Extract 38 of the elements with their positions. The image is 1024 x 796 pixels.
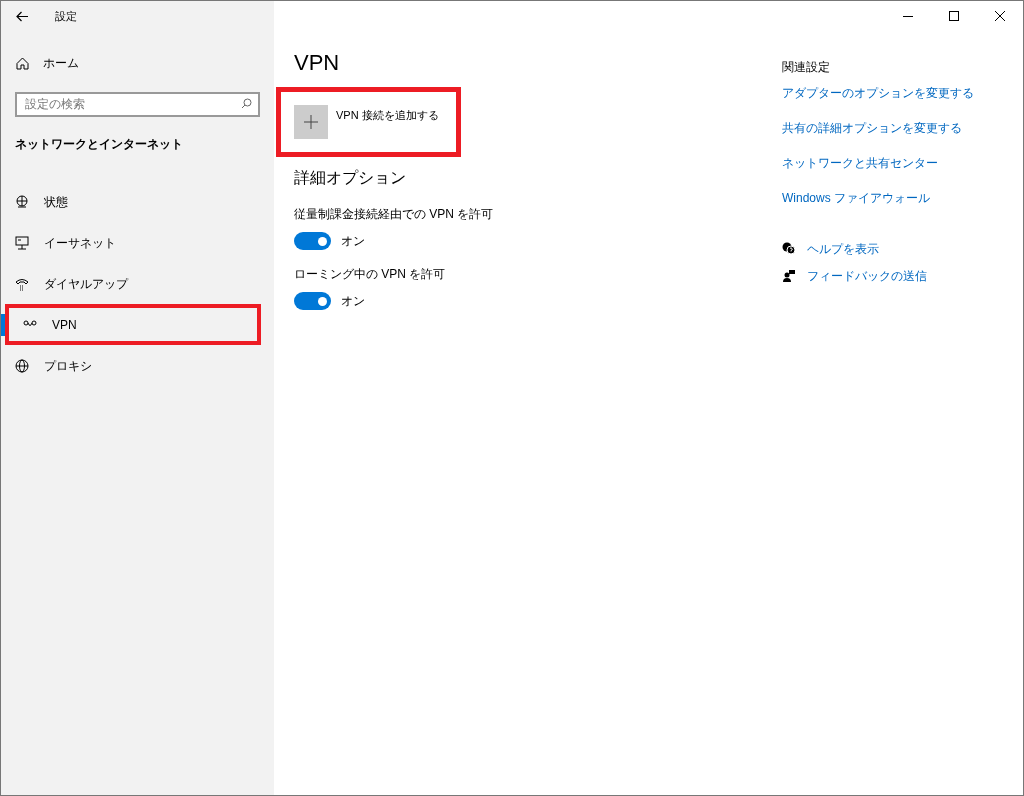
setting-label: ローミング中の VPN を許可 bbox=[294, 266, 447, 283]
page-title: VPN bbox=[294, 49, 341, 77]
related-heading: 関連設定 bbox=[782, 59, 831, 76]
nav-item[interactable]: ダイヤルアップ bbox=[1, 263, 274, 304]
feedback-person-icon bbox=[782, 269, 796, 283]
home-nav-item[interactable]: ホーム bbox=[1, 47, 274, 79]
setting-label: 従量制課金接続経由での VPN を許可 bbox=[294, 206, 495, 223]
help-link[interactable]: フィードバックの送信 bbox=[782, 267, 974, 285]
toggle-state: オン bbox=[341, 233, 365, 250]
nav-item[interactable]: プロキシ bbox=[1, 345, 274, 386]
toggle-switch[interactable] bbox=[294, 232, 331, 250]
minimize-icon bbox=[903, 15, 913, 17]
nav-item[interactable]: 状態 bbox=[1, 181, 274, 222]
phone-icon bbox=[15, 276, 29, 291]
settings-link[interactable]: アダプターのオプションを変更する bbox=[782, 84, 974, 102]
back-arrow-icon[interactable] bbox=[16, 10, 29, 22]
selection-bar bbox=[1, 314, 5, 336]
help-link[interactable]: ヘルプを表示 bbox=[782, 240, 974, 258]
toggle-state: オン bbox=[341, 293, 365, 310]
settings-link[interactable]: Windows ファイアウォール bbox=[782, 189, 974, 207]
nav-item[interactable]: イーサネット bbox=[1, 222, 274, 263]
search-field[interactable]: 設定の検索 bbox=[15, 91, 260, 117]
add-vpn-button[interactable]: VPN 接続を追加する bbox=[294, 105, 439, 139]
home-icon bbox=[16, 56, 29, 70]
section-heading: ネットワークとインターネット bbox=[14, 136, 184, 153]
close-icon bbox=[995, 11, 1005, 21]
settings-link[interactable]: ネットワークと共有センター bbox=[782, 154, 974, 172]
globe-monitor-icon bbox=[15, 194, 29, 209]
section-heading: 詳細オプション bbox=[294, 168, 407, 188]
ethernet-icon bbox=[15, 235, 29, 250]
plus-icon bbox=[304, 115, 318, 129]
search-icon bbox=[241, 98, 252, 109]
maximize-icon bbox=[949, 11, 959, 21]
globe-icon bbox=[15, 358, 29, 373]
help-bubble-icon bbox=[782, 242, 796, 256]
toggle-switch[interactable] bbox=[294, 292, 331, 310]
settings-link[interactable]: 共有の詳細オプションを変更する bbox=[782, 119, 974, 137]
window-title: 設定 bbox=[55, 8, 77, 24]
